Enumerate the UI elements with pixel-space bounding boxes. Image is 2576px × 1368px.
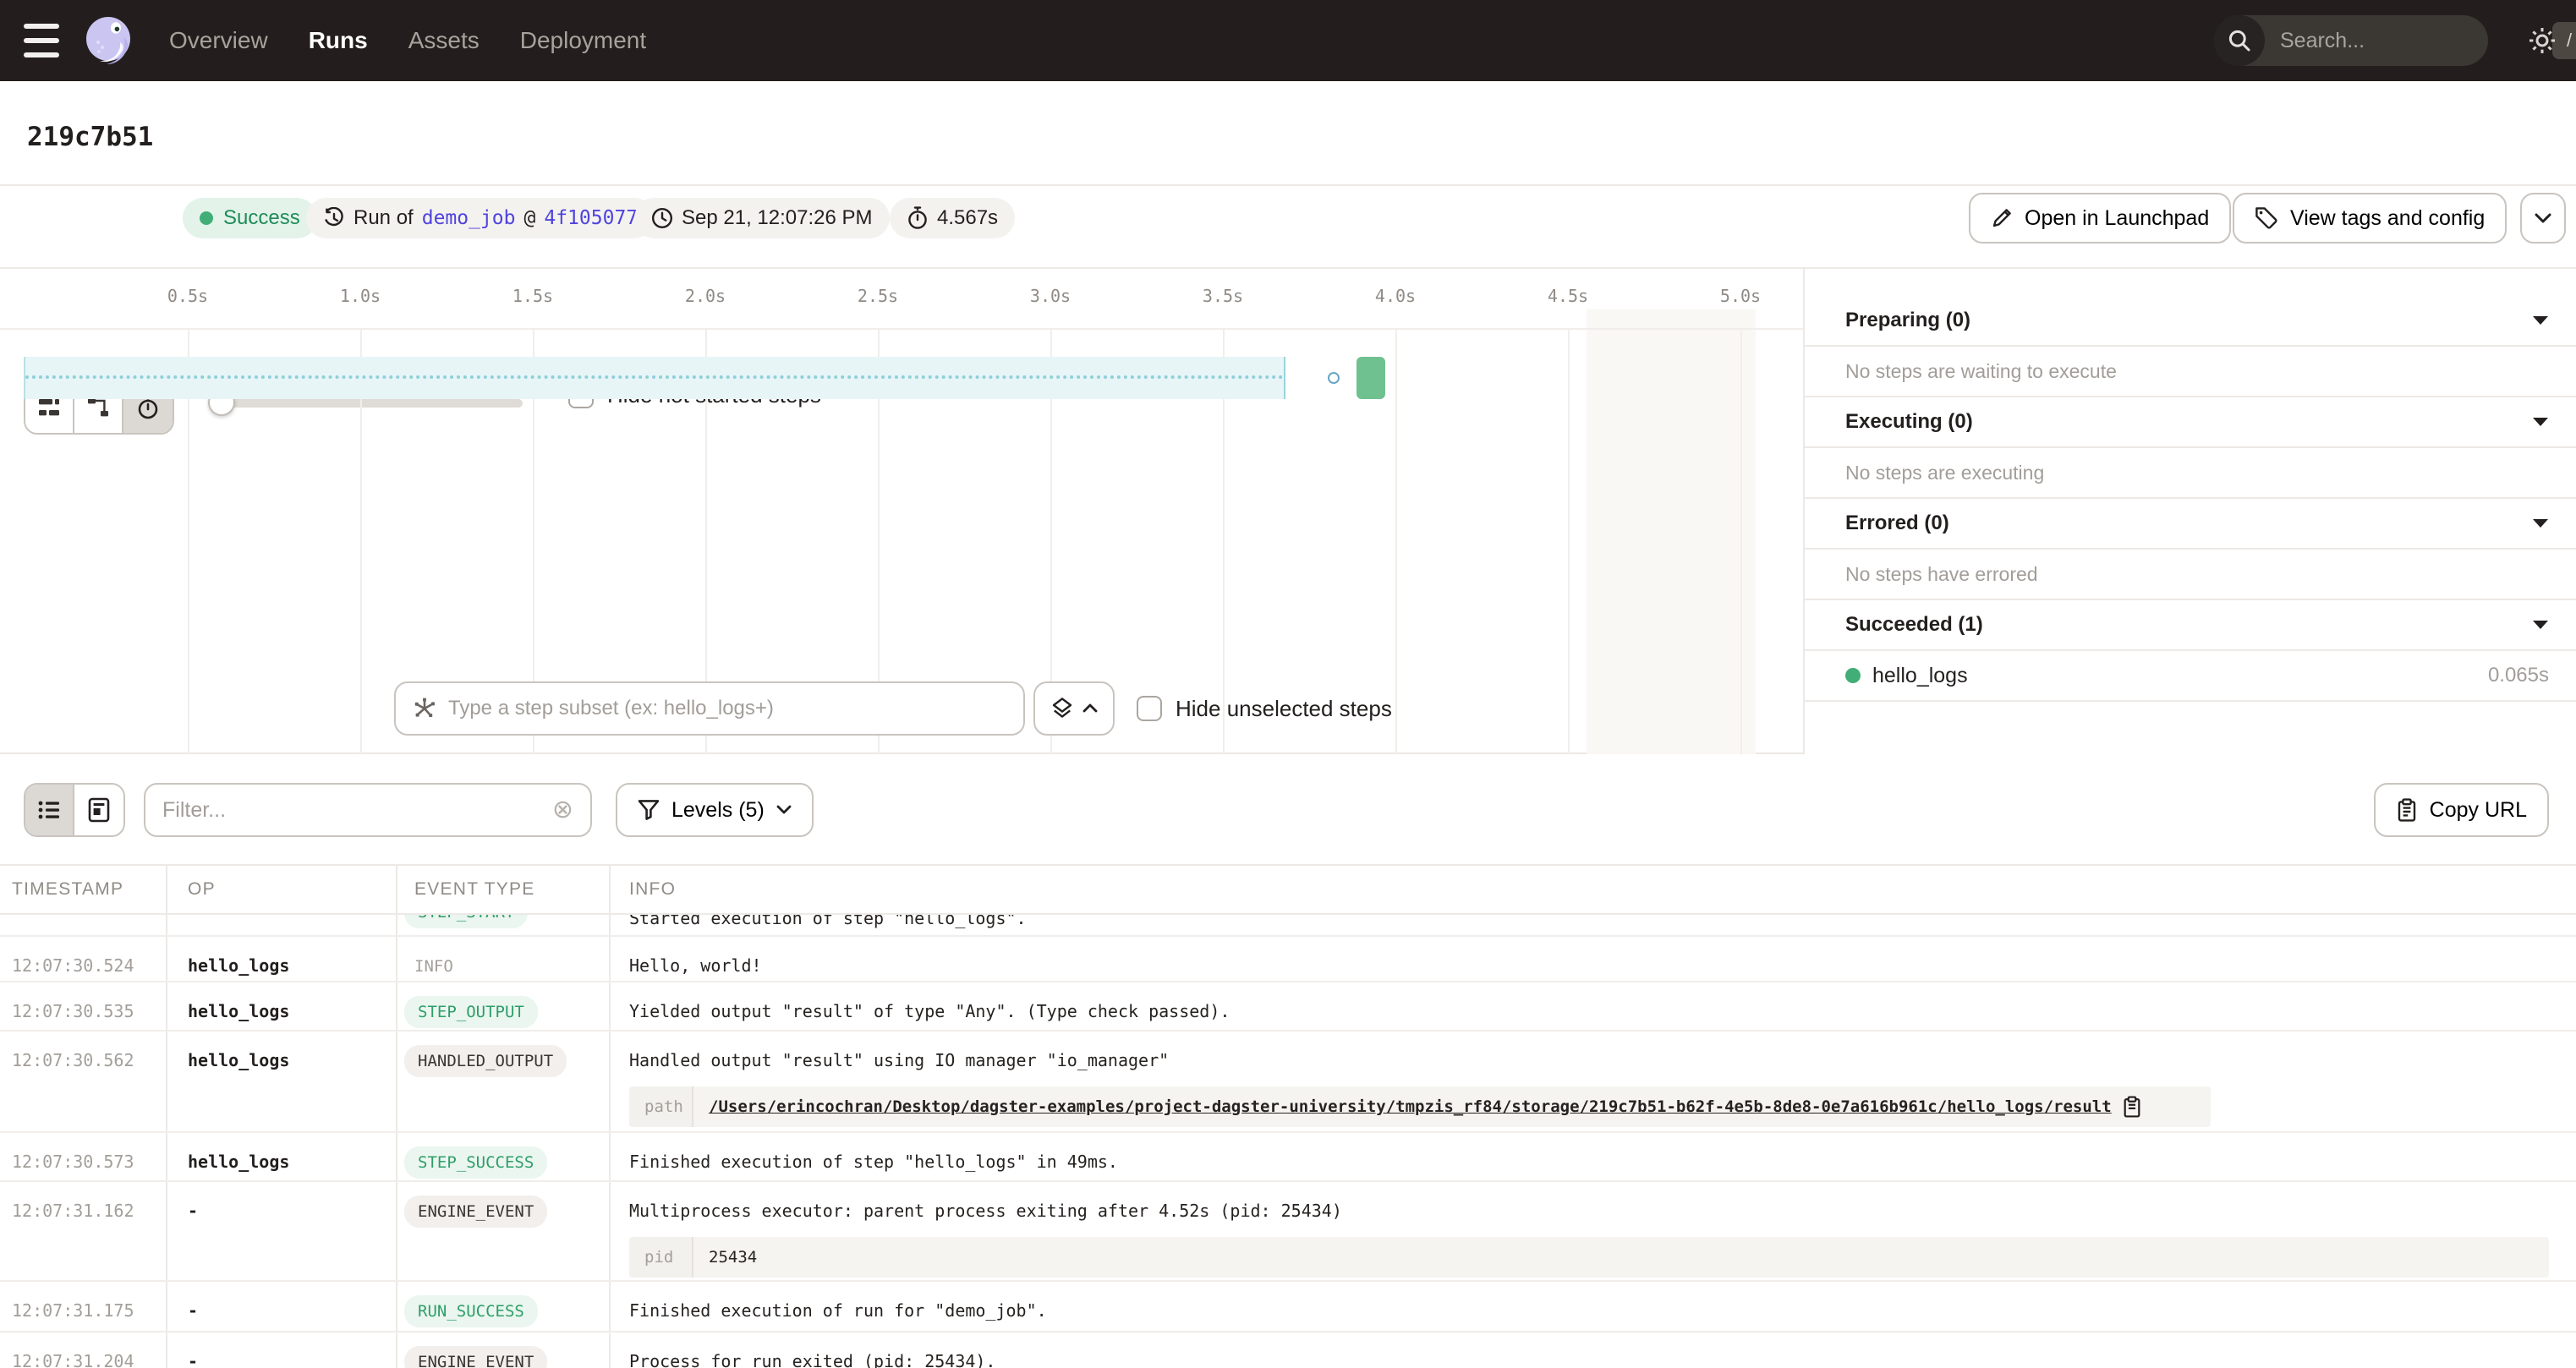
run-header: 219c7b51 Success Run of demo_job @ 4f105… <box>0 81 2576 186</box>
log-view-segment <box>24 783 125 837</box>
hamburger-menu-icon[interactable] <box>24 24 59 57</box>
funnel-icon <box>638 799 660 821</box>
op-selector-icon <box>413 697 436 720</box>
step-status-panel: Preparing (0) No steps are waiting to ex… <box>1803 269 2576 756</box>
top-nav: Overview Runs Assets Deployment / <box>0 0 2576 81</box>
dagster-logo[interactable] <box>83 14 137 68</box>
log-section: ⊗ Levels (5) Copy URL TIMESTAMP OP EVENT… <box>0 754 2576 1368</box>
section-executing[interactable]: Executing (0) <box>1805 397 2576 448</box>
copy-path-icon[interactable] <box>2122 1096 2142 1118</box>
global-search[interactable]: / <box>2214 15 2488 66</box>
step-start-marker <box>1328 372 1340 384</box>
chevron-down-icon <box>776 805 792 815</box>
nav-overview[interactable]: Overview <box>169 27 268 54</box>
layers-icon <box>1050 697 1074 720</box>
log-rows: STEP_START Started execution of step "he… <box>0 915 2576 1368</box>
clipboard-icon <box>2396 798 2418 822</box>
list-view-icon[interactable] <box>25 785 74 835</box>
log-row[interactable]: 12:07:30.573 hello_logs STEP_SUCCESS Fin… <box>0 1133 2576 1182</box>
col-info: INFO <box>611 866 2576 913</box>
hide-unselected-control: Hide unselected steps <box>1137 696 1392 722</box>
clear-filter-icon[interactable]: ⊗ <box>552 797 573 823</box>
levels-dropdown[interactable]: Levels (5) <box>616 783 814 837</box>
step-selector-row: Hide unselected steps <box>0 681 1803 736</box>
gantt-section: 0.5s 1.0s 1.5s 2.0s 2.5s 3.0s 3.5s 4.0s … <box>0 267 2576 754</box>
log-row-partial[interactable]: STEP_START Started execution of step "he… <box>0 915 2576 937</box>
success-dot-icon <box>1845 668 1861 683</box>
log-row[interactable]: 12:07:30.562 hello_logs HANDLED_OUTPUT H… <box>0 1031 2576 1133</box>
succeeded-step-row[interactable]: hello_logs 0.065s <box>1805 651 2576 702</box>
step-subset-input[interactable] <box>448 697 1006 720</box>
empty-state: No steps are waiting to execute <box>1805 347 2576 397</box>
run-id: 219c7b51 <box>27 122 153 152</box>
dagster-run-page: Overview Runs Assets Deployment / 219c7b… <box>0 0 2576 1368</box>
section-caret-icon[interactable] <box>2532 417 2549 427</box>
structured-view-icon[interactable] <box>74 785 123 835</box>
log-row[interactable]: 12:07:31.175 - RUN_SUCCESS Finished exec… <box>0 1282 2576 1332</box>
section-caret-icon[interactable] <box>2532 518 2549 528</box>
settings-gear-icon[interactable] <box>2527 25 2557 56</box>
chevron-up-icon <box>1082 703 1098 714</box>
primary-nav: Overview Runs Assets Deployment <box>169 0 646 81</box>
time-axis: 0.5s 1.0s 1.5s 2.0s 2.5s 3.0s 3.5s 4.0s … <box>0 269 1803 330</box>
path-link[interactable]: /Users/erincochran/Desktop/dagster-examp… <box>709 1097 2112 1116</box>
log-row[interactable]: 12:07:30.535 hello_logs STEP_OUTPUT Yiel… <box>0 982 2576 1031</box>
log-row[interactable]: 12:07:31.204 - ENGINE_EVENT Process for … <box>0 1332 2576 1368</box>
log-filter: ⊗ <box>144 783 592 837</box>
waiting-dotted-line <box>25 375 1284 379</box>
nav-runs[interactable]: Runs <box>309 27 368 54</box>
step-bar-hello-logs[interactable] <box>1357 357 1385 399</box>
log-filter-input[interactable] <box>162 798 552 823</box>
col-timestamp: TIMESTAMP <box>0 866 167 913</box>
log-row[interactable]: 12:07:30.524 hello_logs INFO Hello, worl… <box>0 937 2576 982</box>
copy-url-button[interactable]: Copy URL <box>2374 783 2549 837</box>
log-row[interactable]: 12:07:31.162 - ENGINE_EVENT Multiprocess… <box>0 1182 2576 1282</box>
log-table-header: TIMESTAMP OP EVENT TYPE INFO <box>0 866 2576 915</box>
section-errored[interactable]: Errored (0) <box>1805 499 2576 550</box>
empty-state: No steps are executing <box>1805 448 2576 499</box>
hide-unselected-checkbox[interactable] <box>1137 696 1162 721</box>
empty-state: No steps have errored <box>1805 550 2576 600</box>
section-caret-icon[interactable] <box>2532 315 2549 326</box>
section-succeeded[interactable]: Succeeded (1) <box>1805 600 2576 651</box>
log-toolbar: ⊗ Levels (5) Copy URL <box>0 754 2576 866</box>
search-input[interactable] <box>2265 29 2552 53</box>
hide-unselected-label: Hide unselected steps <box>1176 696 1392 722</box>
section-caret-icon[interactable] <box>2532 620 2549 630</box>
pid-metadata: pid 25434 <box>629 1237 2549 1278</box>
gantt-chart: 0.5s 1.0s 1.5s 2.0s 2.5s 3.0s 3.5s 4.0s … <box>0 269 1803 756</box>
step-duration: 0.065s <box>2488 664 2549 687</box>
step-waiting-band <box>24 357 1285 399</box>
nav-assets[interactable]: Assets <box>408 27 480 54</box>
gantt-toolbar: Hide not started steps Re-execute all (*… <box>0 186 2576 267</box>
section-preparing[interactable]: Preparing (0) <box>1805 296 2576 347</box>
path-metadata: path /Users/erincochran/Desktop/dagster-… <box>629 1086 2211 1127</box>
col-event-type: EVENT TYPE <box>397 866 611 913</box>
col-op: OP <box>167 866 397 913</box>
nav-deployment[interactable]: Deployment <box>520 27 646 54</box>
search-icon <box>2214 15 2265 66</box>
step-name: hello_logs <box>1872 664 1968 688</box>
apply-step-selection-button[interactable] <box>1033 681 1115 736</box>
step-subset-inputwrap <box>394 681 1025 736</box>
